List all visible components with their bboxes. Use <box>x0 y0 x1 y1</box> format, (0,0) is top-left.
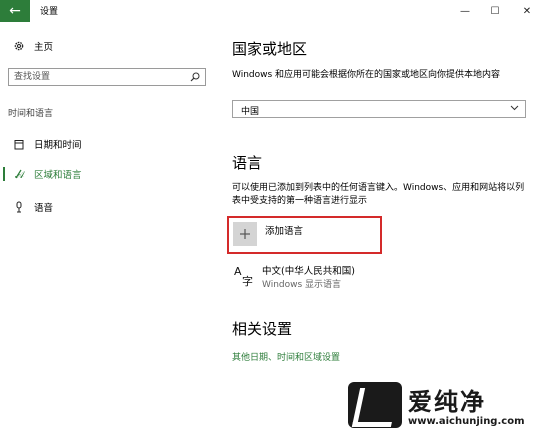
related-settings-link[interactable]: 其他日期、时间和区域设置 <box>232 350 340 363</box>
related-settings-heading: 相关设置 <box>232 320 293 338</box>
search-box[interactable] <box>8 68 206 86</box>
sidebar-item-label: 日期和时间 <box>34 140 82 151</box>
language-heading: 语言 <box>232 154 263 172</box>
plus-icon <box>233 222 257 246</box>
microphone-icon <box>12 200 26 214</box>
back-button[interactable]: ← <box>0 0 30 22</box>
sidebar-item-label: 主页 <box>34 42 54 53</box>
country-select[interactable]: 中国 <box>232 100 526 118</box>
sidebar: 主页 时间和语言 日期和时间 𝒜 区域和语言 <box>0 22 220 436</box>
minimize-button[interactable]: — <box>450 3 480 19</box>
country-description: Windows 和应用可能会根据你所在的国家或地区向你提供本地内容 <box>232 70 501 80</box>
sidebar-item-speech[interactable]: 语音 <box>0 197 220 217</box>
selection-indicator <box>3 167 5 181</box>
language-description: 可以使用已添加到列表中的任何语言键入。Windows、应用和网站将以列表中受支持… <box>232 183 525 206</box>
sidebar-item-date-time[interactable]: 日期和时间 <box>0 134 220 154</box>
section-label: 时间和语言 <box>8 109 54 119</box>
watermark-logo-icon <box>348 382 402 428</box>
add-language-label: 添加语言 <box>265 226 304 237</box>
language-icon: A 字 <box>234 264 256 288</box>
watermark: 爱纯净 www.aichunjing.com <box>346 378 544 436</box>
watermark-text: 爱纯净 <box>408 388 486 416</box>
sidebar-item-region-language[interactable]: 𝒜 区域和语言 <box>0 164 220 184</box>
calendar-icon <box>12 137 26 151</box>
watermark-url: www.aichunjing.com <box>408 416 525 427</box>
language-list-item[interactable]: A 字 中文(中华人民共和国) Windows 显示语言 <box>232 262 432 292</box>
add-language-button[interactable]: 添加语言 <box>227 216 382 254</box>
window-title: 设置 <box>40 7 59 17</box>
country-heading: 国家或地区 <box>232 40 308 58</box>
gear-icon <box>12 39 26 53</box>
sidebar-item-home[interactable]: 主页 <box>0 36 220 56</box>
close-button[interactable]: ✕ <box>512 3 542 19</box>
chevron-down-icon <box>510 103 519 115</box>
language-subtitle: Windows 显示语言 <box>262 280 342 290</box>
search-icon[interactable] <box>189 70 201 84</box>
language-name: 中文(中华人民共和国) <box>262 266 355 277</box>
minimize-icon: — <box>460 5 470 17</box>
maximize-button[interactable]: ☐ <box>480 3 510 19</box>
title-bar: ← 设置 — ☐ ✕ <box>0 0 544 22</box>
country-select-value: 中国 <box>241 107 260 117</box>
maximize-icon: ☐ <box>490 5 500 17</box>
close-icon: ✕ <box>522 5 532 17</box>
search-input[interactable] <box>14 71 184 83</box>
region-language-icon: 𝒜 <box>12 167 26 181</box>
svg-text:A: A <box>234 265 242 278</box>
sidebar-item-label: 区域和语言 <box>34 170 82 181</box>
sidebar-item-label: 语音 <box>34 203 54 214</box>
svg-text:字: 字 <box>242 274 253 288</box>
back-arrow-icon: ← <box>9 3 21 19</box>
